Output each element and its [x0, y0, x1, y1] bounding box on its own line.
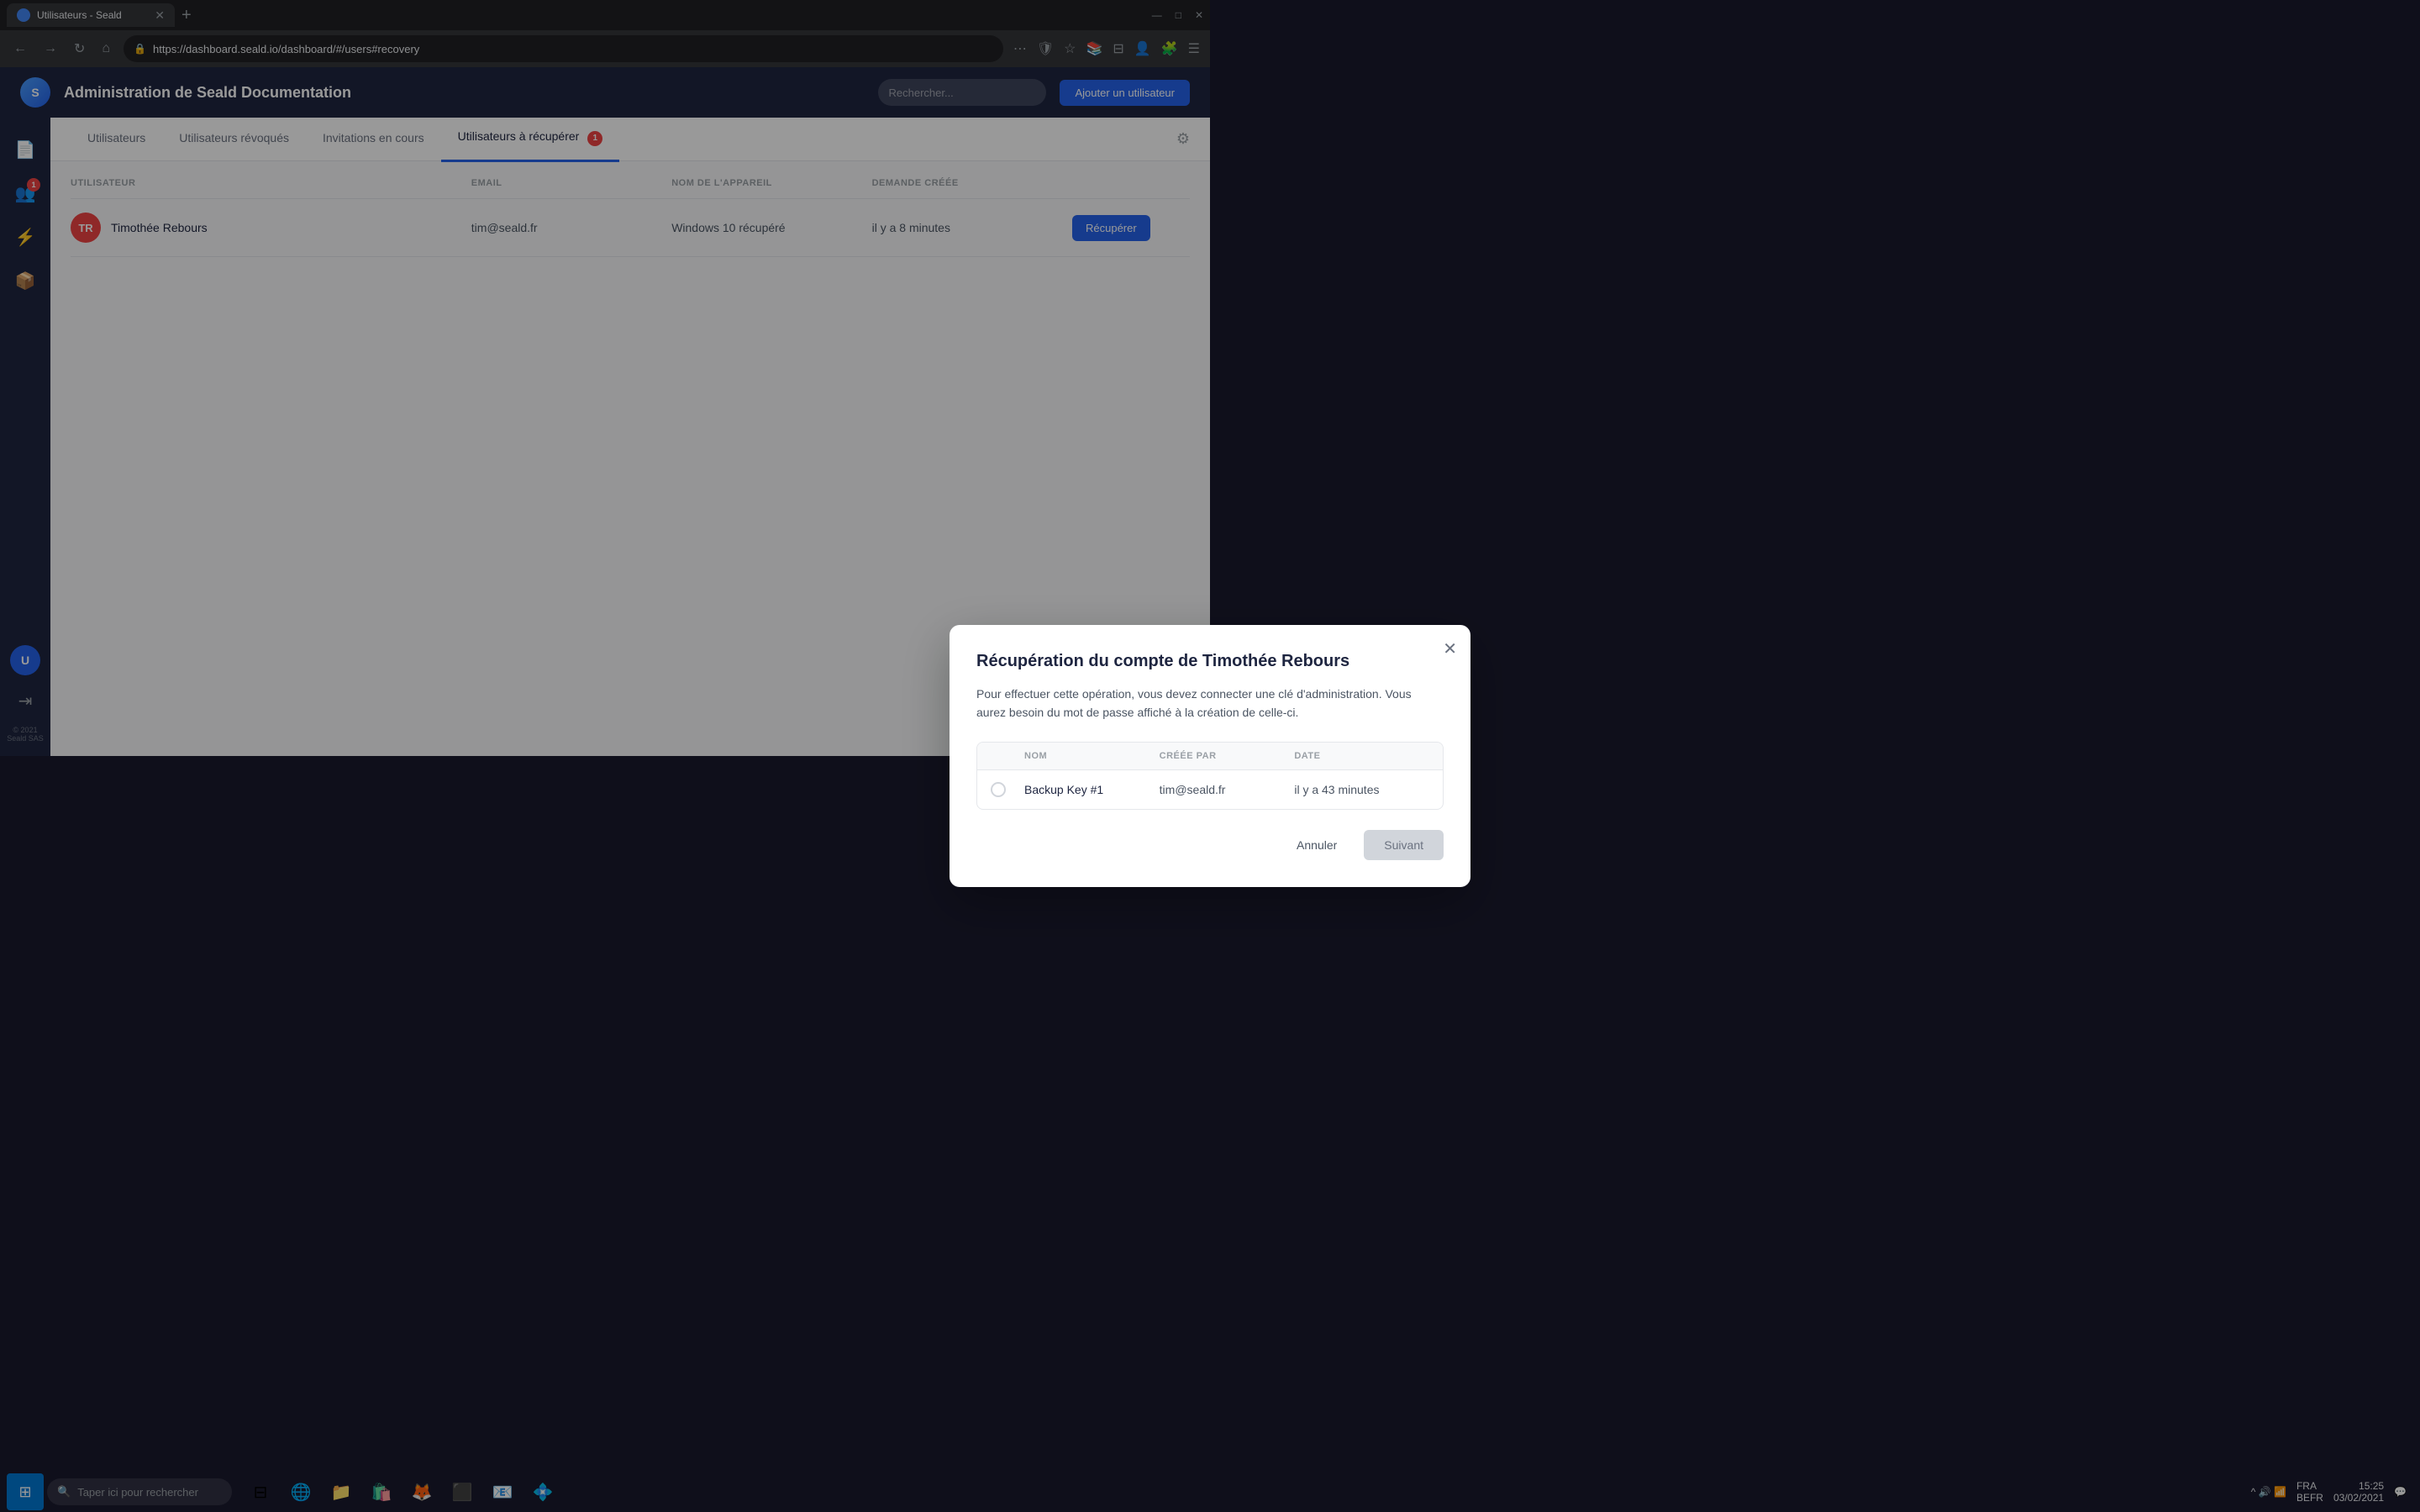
- key-select-radio[interactable]: [991, 782, 1006, 797]
- key-name: Backup Key #1: [1024, 783, 1160, 796]
- modal-description: Pour effectuer cette opération, vous dev…: [976, 685, 1444, 722]
- modal-close-button[interactable]: ✕: [1443, 638, 1457, 659]
- next-button[interactable]: Suivant: [1364, 830, 1444, 860]
- keys-header-name: Nom: [1024, 751, 1160, 761]
- keys-table-header: Nom Créée par Date: [977, 743, 1443, 770]
- modal-overlay: ✕ Récupération du compte de Timothée Reb…: [0, 0, 2420, 1512]
- cancel-button[interactable]: Annuler: [1280, 830, 1354, 860]
- key-created-by: tim@seald.fr: [1160, 783, 1295, 796]
- key-date: il y a 43 minutes: [1294, 783, 1429, 796]
- keys-header-created-by: Créée par: [1160, 751, 1295, 761]
- keys-header-date: Date: [1294, 751, 1429, 761]
- recovery-modal: ✕ Récupération du compte de Timothée Reb…: [950, 625, 1470, 888]
- keys-table-row: Backup Key #1 tim@seald.fr il y a 43 min…: [977, 770, 1443, 809]
- modal-footer: Annuler Suivant: [976, 830, 1444, 860]
- modal-title: Récupération du compte de Timothée Rebou…: [976, 652, 1444, 671]
- keys-header-select: [991, 751, 1024, 761]
- keys-table: Nom Créée par Date Backup Key #1 tim@sea…: [976, 742, 1444, 810]
